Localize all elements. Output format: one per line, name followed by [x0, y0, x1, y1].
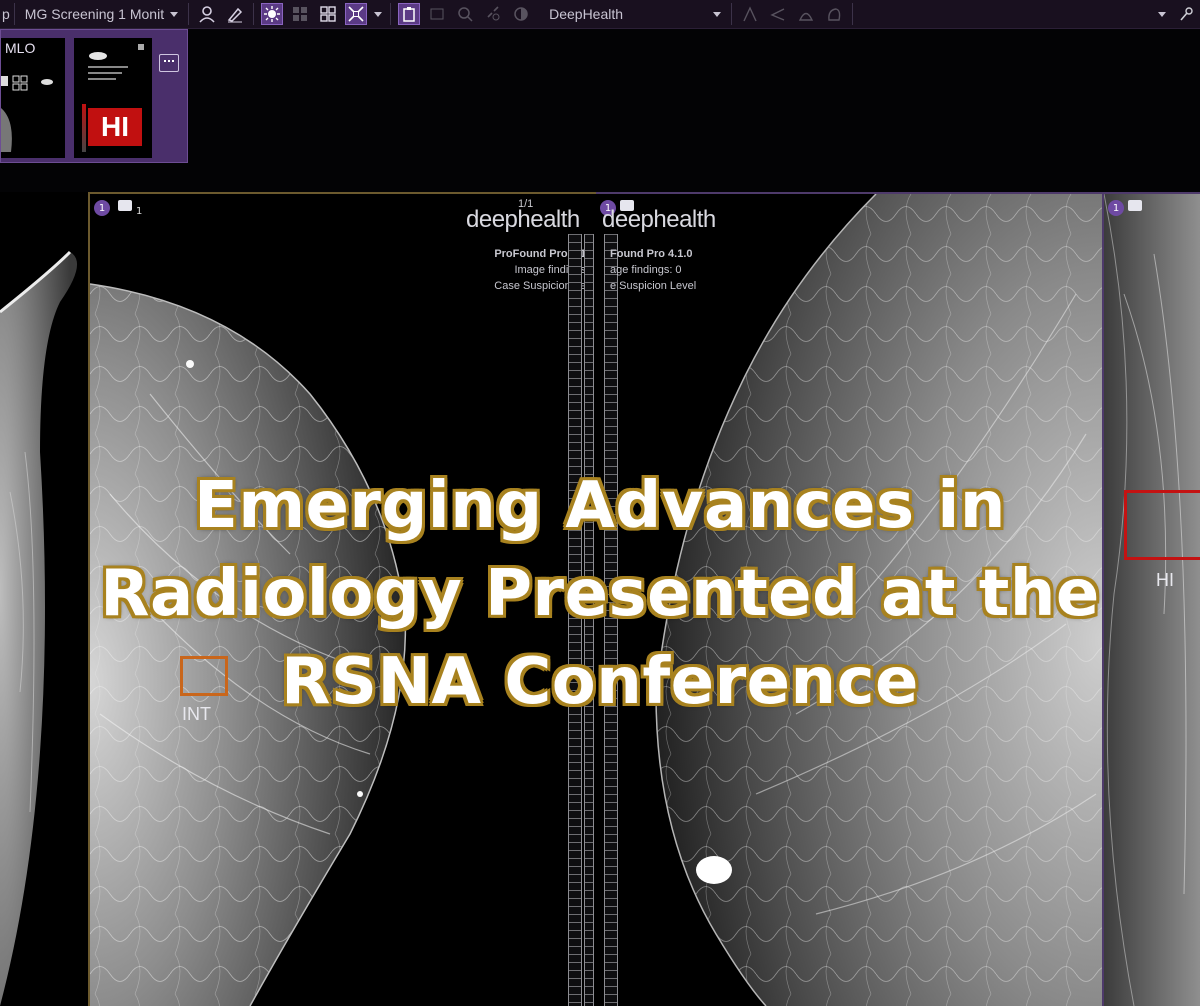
freehand-roi-icon[interactable] [823, 3, 845, 25]
thumbnail-series-label: MLO [5, 40, 36, 56]
link-tool-icon[interactable] [482, 3, 504, 25]
ellipse-roi-icon[interactable] [795, 3, 817, 25]
toolbar-divider [188, 3, 190, 25]
cine-tool-icon[interactable] [426, 3, 448, 25]
deephealth-brand-label: deephealth [466, 206, 580, 233]
arrow-annotation-icon[interactable] [767, 3, 789, 25]
toolbar-partial-label: p [2, 6, 10, 22]
chevron-down-icon [170, 11, 179, 17]
cad-case-suspicion: e Suspicion Level [610, 280, 697, 292]
cad-image-findings: age findings: 0 [610, 264, 682, 276]
layout-1x2-icon[interactable] [289, 3, 311, 25]
toolbar-divider [852, 3, 854, 25]
headline-line-3: RSNA Conference [281, 645, 919, 719]
viewport-sub-index: 1 [136, 206, 143, 217]
cad-image-findings: Image findings [514, 264, 586, 276]
chevron-down-icon [713, 11, 722, 17]
hanging-protocol-dropdown[interactable]: MG Screening 1 Monit [19, 3, 184, 25]
toolbar-divider [253, 3, 255, 25]
hanging-protocol-value: MG Screening 1 Monit [24, 6, 165, 22]
magnify-tool-icon[interactable] [454, 3, 476, 25]
cad-case-suspicion: Case Suspicion Le [494, 280, 586, 292]
toolbar-divider [390, 3, 392, 25]
cad-marks-toggle-icon[interactable] [261, 3, 284, 25]
comment-icon[interactable] [159, 54, 179, 72]
headline-overlay: Emerging Advances in Radiology Presented… [0, 462, 1200, 726]
fit-to-window-icon[interactable] [345, 3, 368, 25]
report-preview-icon [88, 44, 144, 80]
thumbnail-strip: MLO HI [0, 29, 188, 163]
comment-icon[interactable] [118, 200, 132, 211]
user-settings-icon[interactable] [196, 3, 218, 25]
headline-line-2: Radiology Presented at the [100, 557, 1100, 631]
top-toolbar: p MG Screening 1 Monit DeepHealth [0, 0, 1200, 29]
chevron-down-icon[interactable] [374, 11, 383, 17]
cad-info-panel: ProFound Pro 4.1 Image findings Case Sus… [420, 246, 586, 294]
score-scale-bar [82, 104, 86, 152]
thumbnail-mlo[interactable]: MLO [1, 38, 65, 158]
toolbar-divider [731, 3, 733, 25]
cad-info-panel: Found Pro 4.1.0 age findings: 0 e Suspic… [610, 246, 770, 294]
clipboard-tool-icon[interactable] [398, 3, 421, 25]
annotation-tool-icon[interactable] [224, 3, 246, 25]
comment-icon[interactable] [1128, 200, 1142, 211]
cad-product-version: Found Pro 4.1.0 [610, 248, 693, 260]
viewport-number-badge: 1 [1108, 200, 1124, 216]
thumbnail-ai-report[interactable]: HI [74, 38, 152, 158]
pan-tool-icon[interactable] [1175, 3, 1197, 25]
deephealth-brand-label: deephealth [602, 206, 716, 233]
worklist-source-value: DeepHealth [549, 6, 624, 22]
headline-line-1: Emerging Advances in [194, 469, 1006, 543]
viewport-number-badge: 1 [94, 200, 110, 216]
thumbnail-preview-image [1, 75, 53, 152]
mammography-viewer: p MG Screening 1 Monit DeepHealth MLO HI… [0, 0, 1200, 1006]
measure-angle-icon[interactable] [739, 3, 761, 25]
ai-score-badge: HI [88, 108, 142, 146]
cad-product-version: ProFound Pro 4.1 [494, 248, 586, 260]
chevron-down-icon[interactable] [1158, 11, 1166, 17]
worklist-source-dropdown[interactable]: DeepHealth [543, 3, 727, 25]
layout-grid-icon[interactable] [317, 3, 339, 25]
contrast-tool-icon[interactable] [510, 3, 532, 25]
toolbar-divider [13, 3, 15, 25]
